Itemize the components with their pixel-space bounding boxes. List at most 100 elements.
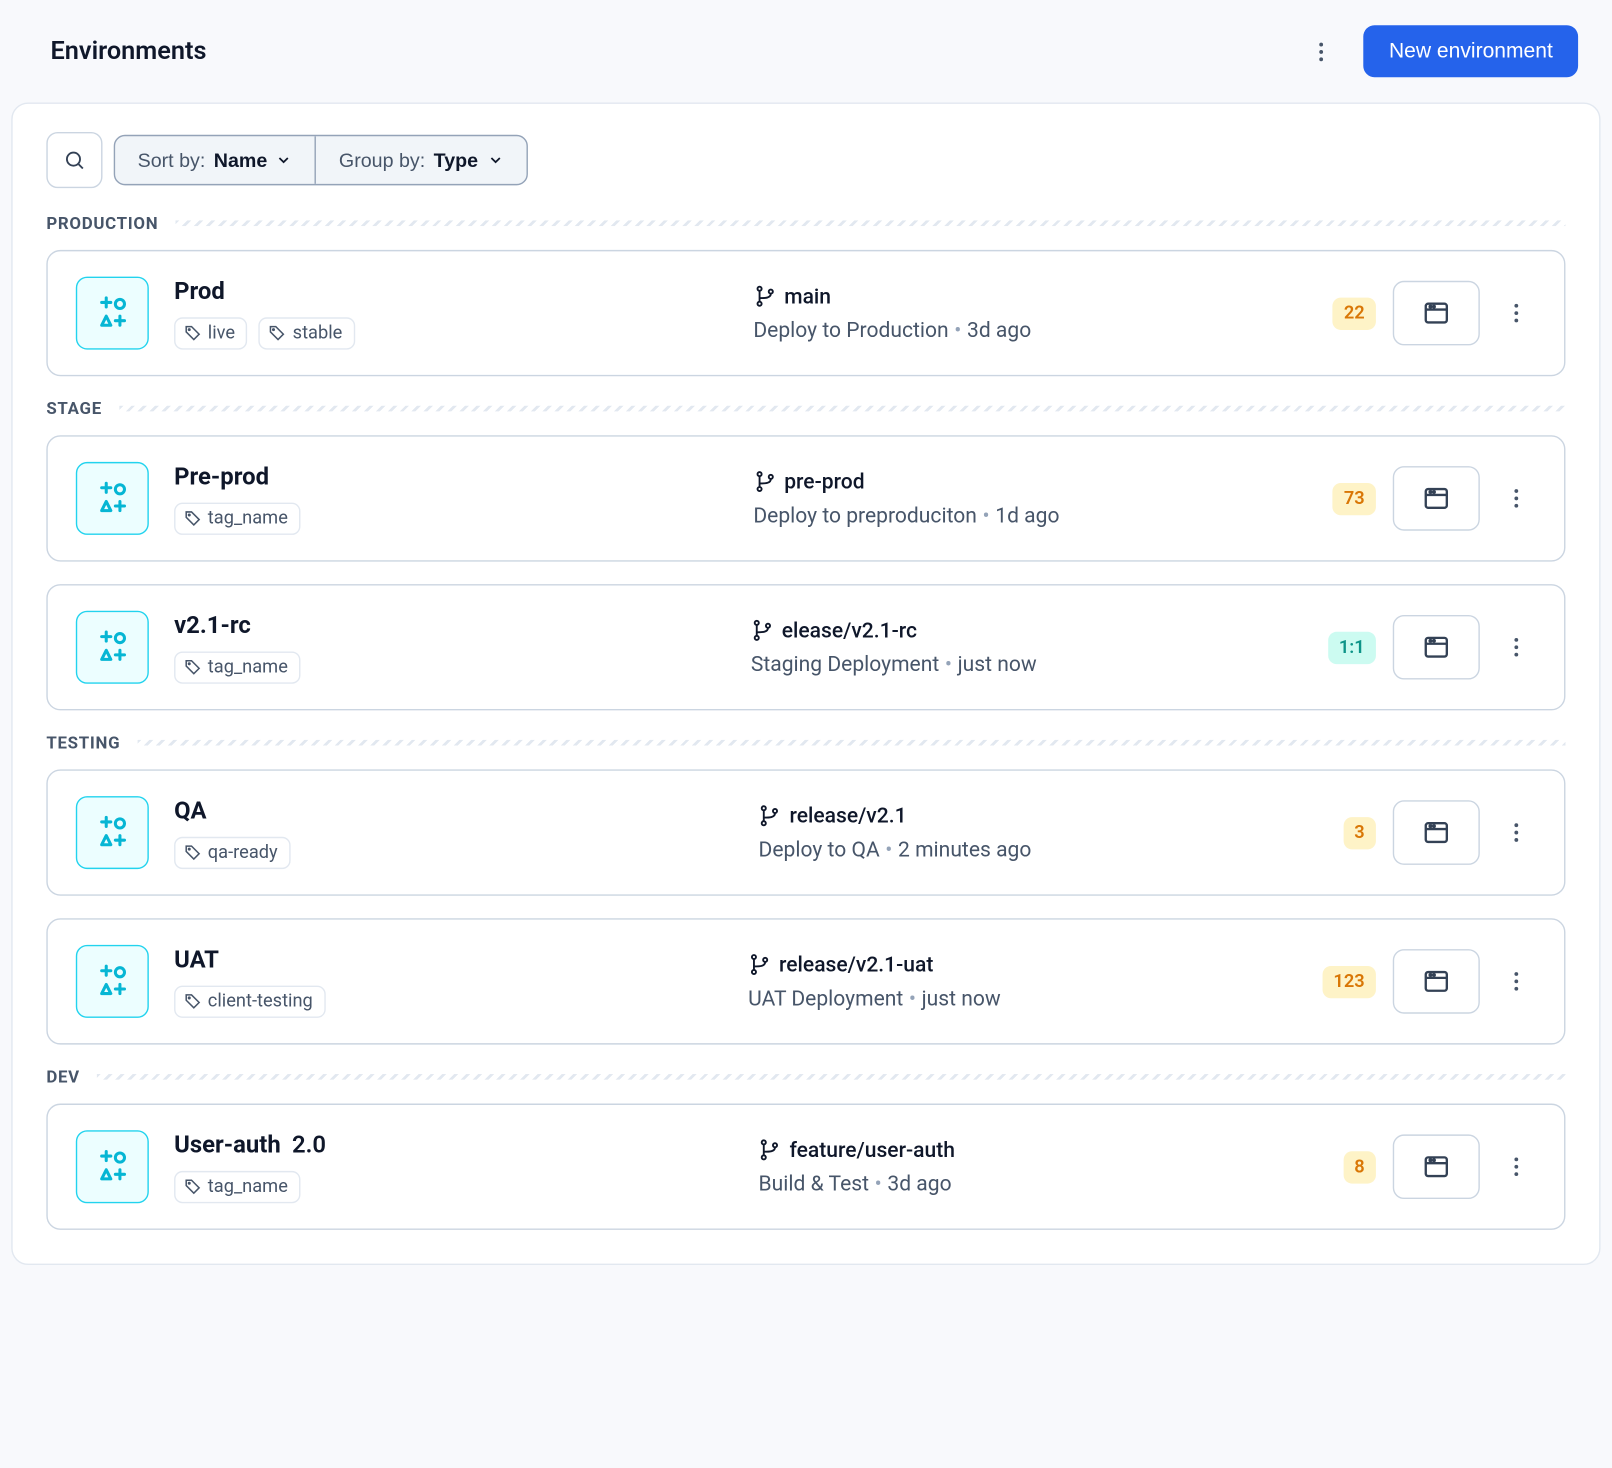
open-panel-button[interactable] [1393, 1134, 1480, 1199]
deploy-text: UAT Deployment [748, 986, 903, 1011]
window-icon [1422, 819, 1450, 847]
open-panel-button[interactable] [1393, 281, 1480, 346]
count-badge: 3 [1343, 816, 1376, 848]
group-heading: DEV [46, 1067, 1565, 1087]
branch-name: pre-prod [784, 469, 864, 494]
environment-name: Prod [174, 277, 728, 305]
group-heading: TESTING [46, 733, 1565, 753]
environment-card[interactable]: User-auth 2.0 tag_name feature/user-auth… [46, 1104, 1565, 1230]
card-more-button[interactable] [1497, 285, 1536, 341]
sort-by-button[interactable]: Sort by: Name [115, 136, 315, 184]
card-more-button[interactable] [1497, 1139, 1536, 1195]
environment-deploy-info: release/v2.1-uat UAT Deployment•just now [748, 952, 1297, 1011]
environment-name: UAT [174, 946, 723, 974]
tag-list: qa-ready [174, 836, 733, 868]
environment-actions: 8 [1343, 1134, 1536, 1199]
environment-deploy-info: release/v2.1 Deploy to QA•2 minutes ago [759, 803, 1318, 862]
sort-group-controls: Sort by: Name Group by: Type [114, 135, 527, 186]
branch-name: release/v2.1-uat [779, 952, 933, 977]
sort-by-value: Name [214, 149, 268, 171]
more-vertical-icon [1504, 635, 1529, 660]
environment-icon [76, 611, 149, 684]
environment-actions: 22 [1333, 281, 1536, 346]
branch-icon [759, 804, 781, 826]
environment-card[interactable]: v2.1-rc tag_name elease/v2.1-rc Staging … [46, 584, 1565, 710]
more-vertical-icon [1504, 300, 1529, 325]
environment-actions: 3 [1343, 800, 1536, 865]
chevron-down-icon [487, 152, 504, 169]
sort-by-label: Sort by: [138, 149, 206, 171]
count-badge: 8 [1343, 1151, 1376, 1183]
environment-name: Pre-prod [174, 463, 728, 491]
deploy-row: Deploy to Production•3d ago [753, 317, 1307, 342]
environment-actions: 123 [1322, 949, 1536, 1014]
branch-name: main [784, 284, 831, 309]
branch-icon [748, 953, 770, 975]
group-label: STAGE [46, 399, 102, 419]
group-label: PRODUCTION [46, 213, 158, 233]
card-more-button[interactable] [1497, 804, 1536, 860]
deploy-text: Staging Deployment [751, 651, 939, 676]
environment-deploy-info: feature/user-auth Build & Test•3d ago [759, 1137, 1318, 1196]
branch-row: release/v2.1 [759, 803, 1318, 828]
branch-name: feature/user-auth [789, 1137, 955, 1162]
more-vertical-icon [1504, 820, 1529, 845]
group-by-value: Type [434, 149, 478, 171]
environment-info: UAT client-testing [174, 946, 723, 1018]
tag: tag_name [174, 651, 300, 683]
deploy-row: Build & Test•3d ago [759, 1171, 1318, 1196]
environment-card[interactable]: QA qa-ready release/v2.1 Deploy to QA•2 … [46, 769, 1565, 895]
environment-card[interactable]: Prod livestable main Deploy to Productio… [46, 250, 1565, 376]
card-more-button[interactable] [1497, 470, 1536, 526]
environment-name: v2.1-rc [174, 611, 725, 639]
open-panel-button[interactable] [1393, 800, 1480, 865]
divider [137, 740, 1565, 746]
card-more-button[interactable] [1497, 619, 1536, 675]
deploy-text: Deploy to QA [759, 837, 880, 862]
header-more-button[interactable] [1302, 32, 1341, 71]
count-badge: 22 [1333, 297, 1376, 329]
open-panel-button[interactable] [1393, 615, 1480, 680]
environment-name: User-auth 2.0 [174, 1131, 733, 1159]
group-by-button[interactable]: Group by: Type [315, 136, 526, 184]
tag-list: livestable [174, 317, 728, 349]
branch-name: release/v2.1 [789, 803, 906, 828]
deploy-time: just now [958, 651, 1037, 676]
branch-row: pre-prod [753, 469, 1307, 494]
environment-deploy-info: main Deploy to Production•3d ago [753, 284, 1307, 343]
deploy-row: Deploy to QA•2 minutes ago [759, 837, 1318, 862]
environment-info: QA qa-ready [174, 797, 733, 869]
tag-label: tag_name [208, 1176, 288, 1197]
branch-row: elease/v2.1-rc [751, 618, 1302, 643]
group-by-label: Group by: [339, 149, 425, 171]
count-badge: 73 [1333, 482, 1376, 514]
open-panel-button[interactable] [1393, 466, 1480, 531]
new-environment-button[interactable]: New environment [1364, 25, 1578, 77]
deploy-row: UAT Deployment•just now [748, 986, 1297, 1011]
environment-card[interactable]: Pre-prod tag_name pre-prod Deploy to pre… [46, 435, 1565, 561]
branch-icon [753, 470, 775, 492]
tag: tag_name [174, 502, 300, 534]
tag: stable [259, 317, 355, 349]
count-badge: 123 [1322, 965, 1376, 997]
open-panel-button[interactable] [1393, 949, 1480, 1014]
environment-card[interactable]: UAT client-testing release/v2.1-uat UAT … [46, 918, 1565, 1044]
environment-info: v2.1-rc tag_name [174, 611, 725, 683]
card-more-button[interactable] [1497, 953, 1536, 1009]
environment-info: User-auth 2.0 tag_name [174, 1131, 733, 1203]
environment-deploy-info: elease/v2.1-rc Staging Deployment•just n… [751, 618, 1302, 677]
search-button[interactable] [46, 132, 102, 188]
search-icon [63, 149, 85, 171]
branch-row: release/v2.1-uat [748, 952, 1297, 977]
window-icon [1422, 1153, 1450, 1181]
environment-name: QA [174, 797, 733, 825]
deploy-time: 1d ago [995, 503, 1059, 528]
deploy-row: Staging Deployment•just now [751, 651, 1302, 676]
divider [97, 1074, 1566, 1080]
deploy-time: 2 minutes ago [898, 837, 1031, 862]
branch-row: main [753, 284, 1307, 309]
window-icon [1422, 633, 1450, 661]
tag: tag_name [174, 1170, 300, 1202]
tag-label: stable [293, 322, 343, 343]
deploy-time: 3d ago [967, 317, 1031, 342]
